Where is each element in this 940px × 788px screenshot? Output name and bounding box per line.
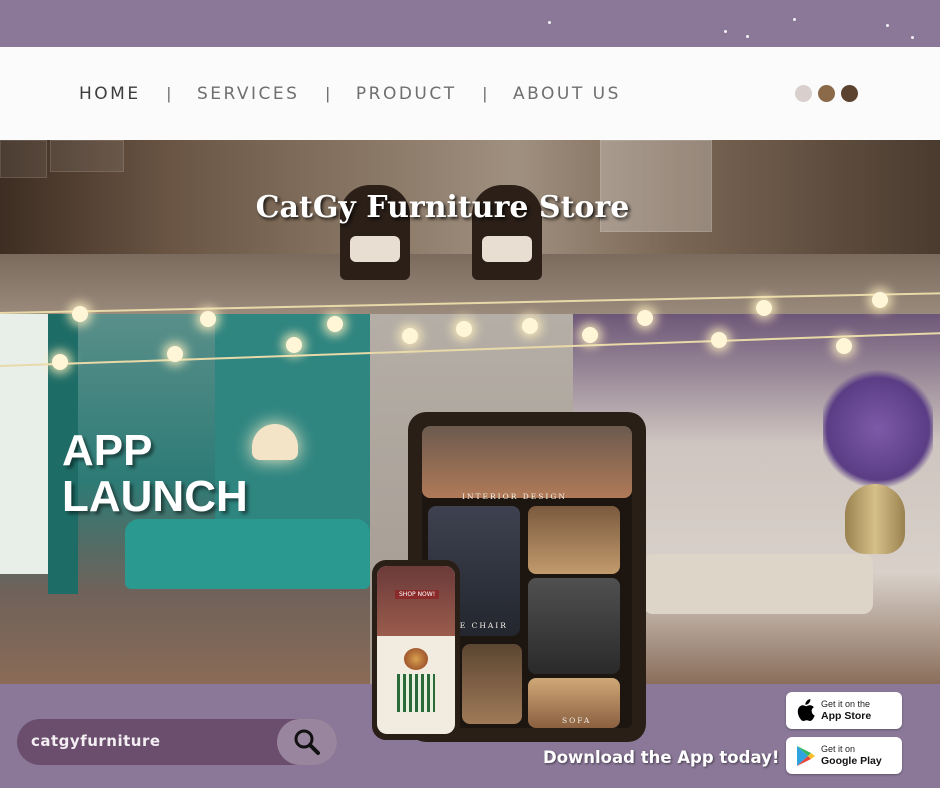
- light-bulb: [456, 321, 472, 337]
- light-bulb: [582, 327, 598, 343]
- light-bulb: [286, 337, 302, 353]
- theme-dot[interactable]: [818, 85, 835, 102]
- apple-icon: [797, 699, 815, 722]
- app-launch-headline: APP LAUNCH: [62, 428, 248, 520]
- download-cta: Download the App today!: [543, 748, 780, 767]
- phone-screen: SHOP NOW!: [377, 566, 455, 734]
- headline-line: APP: [62, 426, 153, 475]
- light-bulb: [872, 292, 888, 308]
- phone-banner-image: [377, 566, 455, 636]
- light-bulb: [200, 311, 216, 327]
- search-bar[interactable]: catgyfurniture: [17, 719, 337, 765]
- nav-product[interactable]: PRODUCT: [356, 84, 457, 104]
- search-button[interactable]: [277, 719, 337, 765]
- wall-frame: [0, 140, 47, 178]
- light-bulb: [711, 332, 727, 348]
- store-caption: Get it on: [821, 744, 856, 754]
- light-bulb: [756, 300, 772, 316]
- nav-separator: |: [482, 83, 488, 103]
- store-title: CatGy Furniture Store: [255, 190, 630, 225]
- sparkle: [746, 35, 749, 38]
- light-bulb: [167, 346, 183, 362]
- tablet-tile-study: [528, 578, 620, 674]
- search-input[interactable]: catgyfurniture: [31, 732, 161, 750]
- sparkle: [724, 30, 727, 33]
- store-name: App Store: [821, 710, 872, 722]
- nav-separator: |: [325, 83, 330, 103]
- headline-line: LAUNCH: [62, 472, 248, 521]
- google-play-icon: [797, 746, 815, 766]
- tablet-label: SOFA: [562, 716, 592, 725]
- sparkle: [548, 21, 551, 24]
- app-store-badge[interactable]: Get it on the App Store: [786, 692, 902, 729]
- floor: [0, 254, 940, 314]
- light-bulb: [327, 316, 343, 332]
- light-bulb: [52, 354, 68, 370]
- sparkle: [793, 18, 796, 21]
- light-bulb: [402, 328, 418, 344]
- wall-frame: [50, 140, 124, 172]
- hero-banner: CatGy Furniture Store: [0, 140, 940, 314]
- light-bulb: [72, 306, 88, 322]
- sparkle: [911, 36, 914, 39]
- tablet-label: CE CHAIR: [452, 621, 508, 630]
- google-play-badge[interactable]: Get it on Google Play: [786, 737, 902, 774]
- light-bulb: [637, 310, 653, 326]
- tablet-tile-room: [462, 644, 522, 724]
- gold-vase: [845, 484, 905, 554]
- theme-dot[interactable]: [795, 85, 812, 102]
- nav-separator: |: [166, 83, 171, 103]
- nav-home[interactable]: HOME: [79, 84, 141, 104]
- qr-code-icon[interactable]: [397, 674, 435, 712]
- tablet-tile-lounge: [528, 506, 620, 574]
- navbar: HOME | SERVICES | PRODUCT | ABOUT US: [0, 47, 940, 140]
- nav-services[interactable]: SERVICES: [197, 84, 299, 104]
- lavender-bouquet: [823, 364, 933, 494]
- nav-about-us[interactable]: ABOUT US: [513, 84, 621, 104]
- main-nav: HOME | SERVICES | PRODUCT | ABOUT US: [79, 47, 621, 140]
- store-name: Google Play: [821, 755, 882, 767]
- top-band: [0, 0, 940, 47]
- light-bulb: [836, 338, 852, 354]
- store-caption: Get it on the: [821, 699, 871, 709]
- phone-mockup: SHOP NOW!: [372, 560, 460, 740]
- light-bulb: [522, 318, 538, 334]
- teal-sofa: [125, 519, 370, 589]
- theme-dots: [795, 85, 858, 102]
- logo-icon: [404, 648, 428, 670]
- shop-now-button[interactable]: SHOP NOW!: [395, 590, 440, 599]
- theme-dot[interactable]: [841, 85, 858, 102]
- search-icon: [294, 729, 320, 755]
- tablet-tile-sofas: [422, 426, 632, 498]
- beige-sofa: [643, 554, 873, 614]
- tablet-label: INTERIOR DESIGN: [462, 492, 567, 501]
- sparkle: [886, 24, 889, 27]
